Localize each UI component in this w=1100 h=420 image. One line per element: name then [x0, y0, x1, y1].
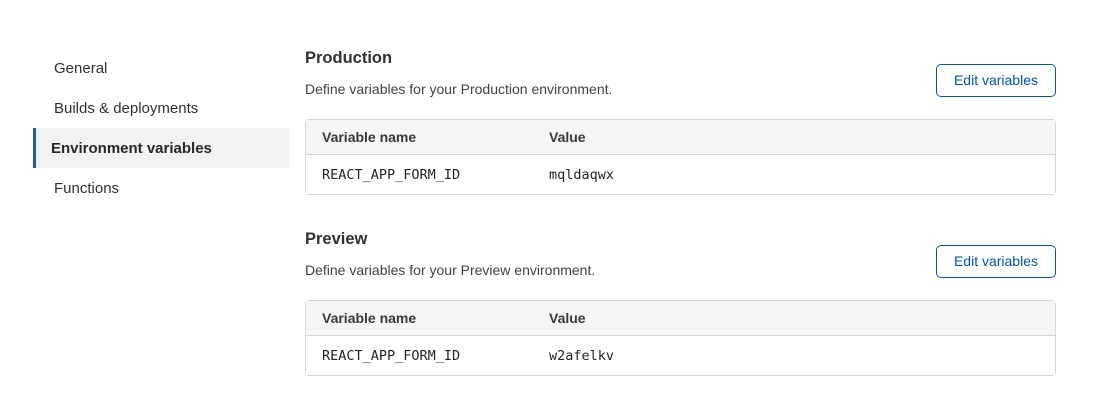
settings-sidebar: General Builds & deployments Environment…	[33, 48, 289, 208]
sidebar-item-builds-deployments[interactable]: Builds & deployments	[33, 88, 289, 128]
preview-variables-table: Variable name Value REACT_APP_FORM_ID w2…	[305, 300, 1056, 376]
column-header-value: Value	[533, 301, 1055, 336]
variable-value-cell: mqldaqwx	[533, 155, 1055, 194]
preview-section: Preview Define variables for your Previe…	[305, 229, 1056, 376]
variable-name-cell: REACT_APP_FORM_ID	[306, 155, 533, 194]
settings-page: General Builds & deployments Environment…	[0, 0, 1100, 420]
edit-variables-button-production[interactable]: Edit variables	[936, 64, 1056, 97]
sidebar-item-general[interactable]: General	[33, 48, 289, 88]
production-section: Production Define variables for your Pro…	[305, 48, 1056, 195]
table-row: REACT_APP_FORM_ID mqldaqwx	[306, 155, 1055, 194]
table-header-row: Variable name Value	[306, 120, 1055, 155]
edit-variables-button-preview[interactable]: Edit variables	[936, 245, 1056, 278]
table-header-row: Variable name Value	[306, 301, 1055, 336]
environment-variables-panel: Production Define variables for your Pro…	[305, 48, 1056, 376]
sidebar-item-environment-variables[interactable]: Environment variables	[33, 128, 289, 168]
column-header-variable-name: Variable name	[306, 301, 533, 336]
table-row: REACT_APP_FORM_ID w2afelkv	[306, 336, 1055, 375]
column-header-variable-name: Variable name	[306, 120, 533, 155]
sidebar-item-functions[interactable]: Functions	[33, 168, 289, 208]
variable-name-cell: REACT_APP_FORM_ID	[306, 336, 533, 375]
column-header-value: Value	[533, 120, 1055, 155]
production-variables-table: Variable name Value REACT_APP_FORM_ID mq…	[305, 119, 1056, 195]
variable-value-cell: w2afelkv	[533, 336, 1055, 375]
